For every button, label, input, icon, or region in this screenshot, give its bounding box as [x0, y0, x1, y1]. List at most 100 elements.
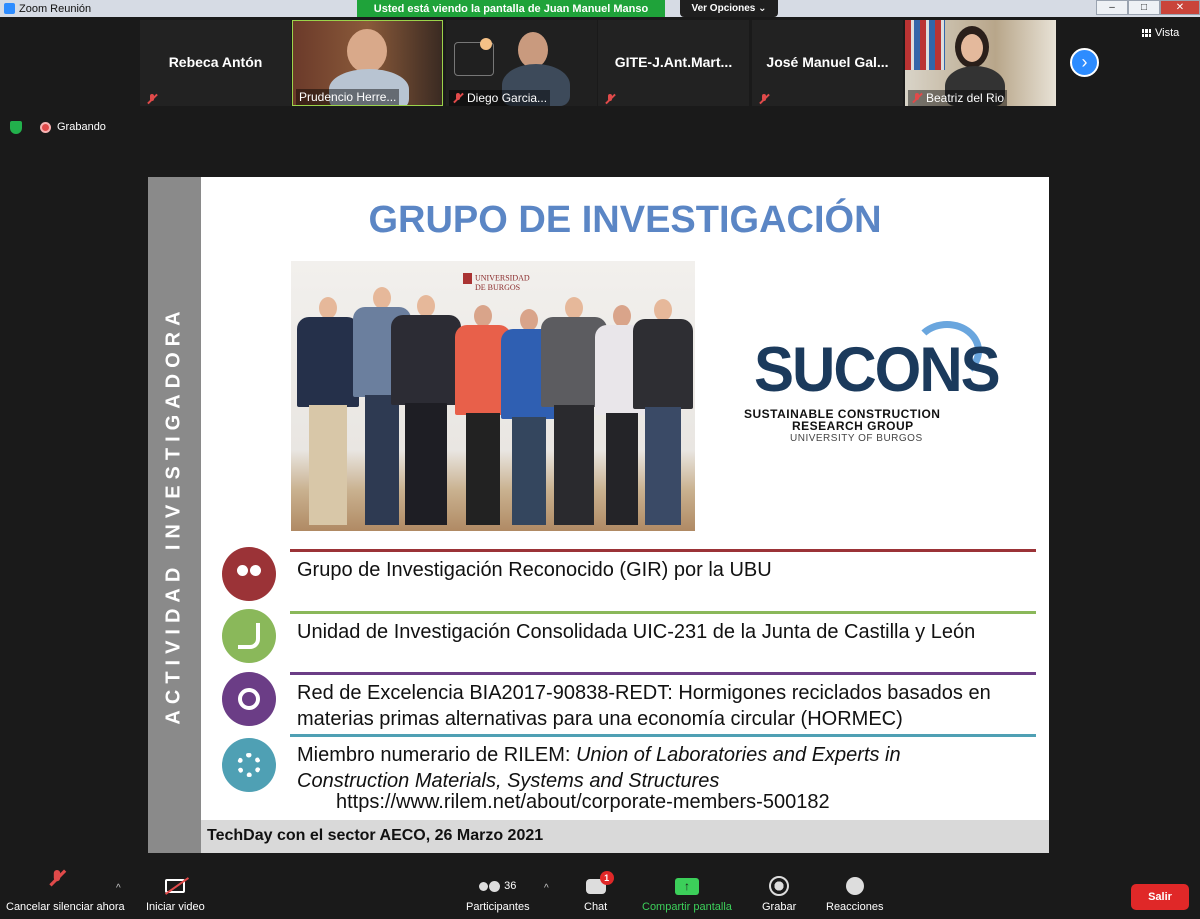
start-video-button[interactable]: Iniciar video — [146, 875, 205, 913]
grid-icon — [1142, 29, 1151, 37]
maximize-button[interactable]: □ — [1128, 0, 1160, 15]
gears-icon — [222, 738, 276, 792]
mic-muted-icon — [146, 93, 158, 105]
participants-options-caret[interactable]: ^ — [544, 883, 549, 894]
screen-share-banner: Usted está viendo la pantalla de Juan Ma… — [357, 0, 665, 17]
mic-muted-icon — [54, 870, 76, 897]
participants-count: 36 — [504, 880, 517, 892]
mic-muted-icon — [758, 93, 770, 105]
item-text-line1: Red de Excelencia BIA2017-90838-REDT: Ho… — [297, 682, 991, 704]
zoom-app-icon — [4, 3, 15, 14]
item-text: Miembro numerario de RILEM: Union of Lab… — [297, 742, 901, 794]
participant-tile[interactable]: José Manuel Gal... — [752, 20, 903, 106]
view-options-label: Ver Opciones — [691, 3, 756, 14]
participant-name: José Manuel Gal... — [766, 54, 889, 70]
start-video-label: Iniciar video — [146, 901, 205, 913]
tile-label — [143, 92, 161, 106]
bookshelf-shape — [905, 20, 945, 70]
university-crest-icon — [463, 273, 472, 284]
participant-name: Diego Garcia... — [467, 91, 548, 105]
tile-label: Beatriz del Rio — [908, 90, 1008, 106]
reactions-label: Reacciones — [826, 901, 884, 913]
slide-item: Grupo de Investigación Reconocido (GIR) … — [220, 547, 1036, 609]
participant-tile[interactable]: Beatriz del Rio — [905, 20, 1056, 106]
participant-gallery: Rebeca Antón Prudencio Herre... Diego Ga… — [0, 17, 1200, 177]
participant-video — [518, 32, 548, 68]
share-screen-button[interactable]: ↑ Compartir pantalla — [642, 875, 732, 913]
side-band: ACTIVIDAD INVESTIGADORA — [148, 177, 201, 853]
record-icon — [769, 875, 790, 897]
footer-text: TechDay con el sector AECO, 26 Marzo 202… — [207, 827, 544, 844]
leave-meeting-button[interactable]: Salir — [1131, 884, 1189, 910]
person-figure — [391, 295, 461, 525]
mic-muted-icon — [452, 92, 464, 104]
item-divider — [290, 734, 1036, 737]
video-off-icon — [165, 875, 190, 897]
participant-video — [347, 29, 387, 73]
slide-title: GRUPO DE INVESTIGACIÓN — [368, 199, 882, 241]
tile-label: Diego Garcia... — [449, 90, 551, 106]
chat-icon: 1 — [585, 871, 614, 897]
record-label: Grabar — [762, 901, 797, 913]
item-text: Grupo de Investigación Reconocido (GIR) … — [297, 559, 772, 581]
share-screen-icon: ↑ — [674, 875, 699, 897]
slide-item: Unidad de Investigación Consolidada UIC-… — [220, 609, 1036, 671]
chat-badge: 1 — [599, 871, 614, 885]
participant-name: Rebeca Antón — [168, 54, 263, 70]
recording-label: Grabando — [57, 121, 106, 133]
tile-label — [601, 92, 619, 106]
participant-video — [961, 34, 983, 62]
participant-tile[interactable]: Diego Garcia... — [446, 20, 597, 106]
users-icon — [222, 547, 276, 601]
participants-button[interactable]: 36 Participantes — [466, 875, 530, 913]
view-options-button[interactable]: Ver Opciones ⌄ — [680, 0, 778, 17]
side-label: ACTIVIDAD INVESTIGADORA — [162, 305, 185, 725]
chat-button[interactable]: 1 Chat — [584, 871, 614, 913]
slide-item: Miembro numerario de RILEM: Union of Lab… — [220, 734, 1036, 796]
window-title: Zoom Reunión — [19, 2, 92, 15]
window-controls: – □ ✕ — [1096, 0, 1200, 17]
sucons-logo: SUCONS SUSTAINABLE CONSTRUCTION RESEARCH… — [742, 321, 1001, 451]
chevron-down-icon: ⌄ — [758, 3, 767, 14]
minimize-button[interactable]: – — [1096, 0, 1128, 15]
item-text-italic2: Construction Materials, Systems and Stru… — [297, 770, 720, 792]
item-text-line2: materias primas alternativas para una ec… — [297, 708, 903, 730]
participants-label: Participantes — [466, 901, 530, 913]
participant-name: GITE-J.Ant.Mart... — [614, 54, 733, 70]
award-icon — [222, 672, 276, 726]
audio-options-caret[interactable]: ^ — [116, 883, 121, 894]
lamp-shape — [480, 38, 492, 50]
slide-footer: TechDay con el sector AECO, 26 Marzo 202… — [201, 820, 1049, 853]
participant-tile[interactable]: Prudencio Herre... — [292, 20, 443, 106]
logo-line2: DE BURGOS — [475, 283, 521, 292]
sucons-subtitle: RESEARCH GROUP — [792, 419, 914, 433]
mic-muted-icon — [604, 93, 616, 105]
item-text: Unidad de Investigación Consolidada UIC-… — [297, 621, 976, 643]
record-button[interactable]: Grabar — [762, 875, 796, 913]
next-page-button[interactable]: › — [1070, 48, 1099, 77]
microscope-icon — [222, 609, 276, 663]
security-shield-icon[interactable] — [10, 121, 22, 134]
recording-indicator[interactable]: Grabando — [40, 121, 106, 133]
participant-tile[interactable]: GITE-J.Ant.Mart... — [598, 20, 749, 106]
item-divider — [290, 672, 1036, 675]
sucons-wordmark: SUCONS — [754, 334, 1001, 405]
participant-tile[interactable]: Rebeca Antón — [140, 20, 291, 106]
sucons-university: UNIVERSITY OF BURGOS — [790, 433, 923, 444]
recording-icon — [40, 121, 51, 133]
view-label: Vista — [1155, 27, 1180, 39]
tile-label: Prudencio Herre... — [296, 89, 400, 105]
view-button[interactable]: Vista — [1142, 27, 1179, 39]
smiley-plus-icon — [845, 875, 864, 897]
reactions-button[interactable]: Reacciones — [826, 875, 883, 913]
person-figure — [297, 297, 359, 525]
unmute-button[interactable]: Cancelar silenciar ahora — [6, 870, 125, 913]
participant-name: Prudencio Herre... — [299, 90, 397, 104]
person-figure — [633, 299, 693, 525]
shared-screen-slide: ACTIVIDAD INVESTIGADORA GRUPO DE INVESTI… — [148, 177, 1049, 853]
share-screen-label: Compartir pantalla — [642, 901, 732, 913]
tile-label — [755, 92, 773, 106]
close-window-button[interactable]: ✕ — [1160, 0, 1200, 15]
participants-icon: 36 — [479, 875, 516, 897]
item-divider — [290, 611, 1036, 614]
